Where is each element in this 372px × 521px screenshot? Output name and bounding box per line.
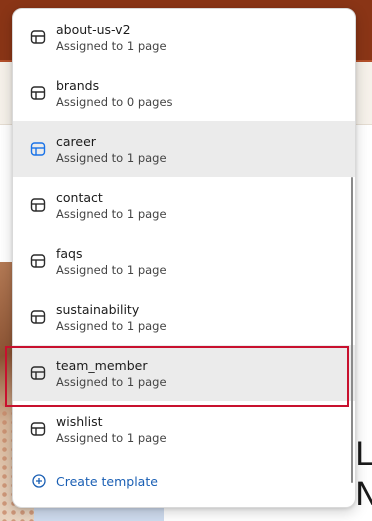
template-name: brands: [56, 78, 100, 93]
template-icon: [30, 254, 46, 268]
template-icon: [30, 366, 46, 380]
template-assignment: Assigned to 0 pages: [56, 95, 173, 109]
template-name: sustainability: [56, 302, 140, 317]
template-item-about-us-v2[interactable]: about-us-v2 Assigned to 1 page: [13, 9, 355, 65]
template-icon-selected: [30, 142, 46, 156]
background-heading: L N: [355, 434, 372, 514]
template-icon: [30, 310, 46, 324]
template-icon: [30, 86, 46, 100]
template-assignment: Assigned to 1 page: [56, 207, 167, 221]
template-assignment: Assigned to 1 page: [56, 375, 167, 389]
list-scrollbar[interactable]: [351, 177, 353, 483]
template-item-brands[interactable]: brands Assigned to 0 pages: [13, 65, 355, 121]
template-assignment: Assigned to 1 page: [56, 151, 167, 165]
template-assignment: Assigned to 1 page: [56, 319, 167, 333]
template-icon: [30, 30, 46, 44]
background-blue-block: [34, 508, 164, 521]
template-icon: [30, 422, 46, 436]
template-item-team-member[interactable]: team_member Assigned to 1 page: [13, 345, 355, 401]
template-item-contact[interactable]: contact Assigned to 1 page: [13, 177, 355, 233]
template-name: career: [56, 134, 96, 149]
template-name: faqs: [56, 246, 83, 261]
template-item-faqs[interactable]: faqs Assigned to 1 page: [13, 233, 355, 289]
template-item-sustainability[interactable]: sustainability Assigned to 1 page: [13, 289, 355, 345]
template-picker-popover: about-us-v2 Assigned to 1 page brands As…: [12, 8, 356, 508]
create-template-button[interactable]: Create template: [13, 465, 353, 501]
template-name: wishlist: [56, 414, 103, 429]
template-icon: [30, 198, 46, 212]
plus-circle-icon: [32, 474, 46, 488]
template-name: contact: [56, 190, 103, 205]
background-heading-line-2: N: [355, 475, 372, 513]
background-heading-line-1: L: [355, 435, 372, 473]
template-item-career[interactable]: career Assigned to 1 page: [13, 121, 355, 177]
template-list: about-us-v2 Assigned to 1 page brands As…: [13, 9, 355, 457]
template-assignment: Assigned to 1 page: [56, 431, 167, 445]
template-name: about-us-v2: [56, 22, 131, 37]
create-template-label: Create template: [56, 474, 158, 489]
template-item-wishlist[interactable]: wishlist Assigned to 1 page: [13, 401, 355, 457]
template-assignment: Assigned to 1 page: [56, 39, 167, 53]
template-assignment: Assigned to 1 page: [56, 263, 167, 277]
template-name: team_member: [56, 358, 148, 373]
